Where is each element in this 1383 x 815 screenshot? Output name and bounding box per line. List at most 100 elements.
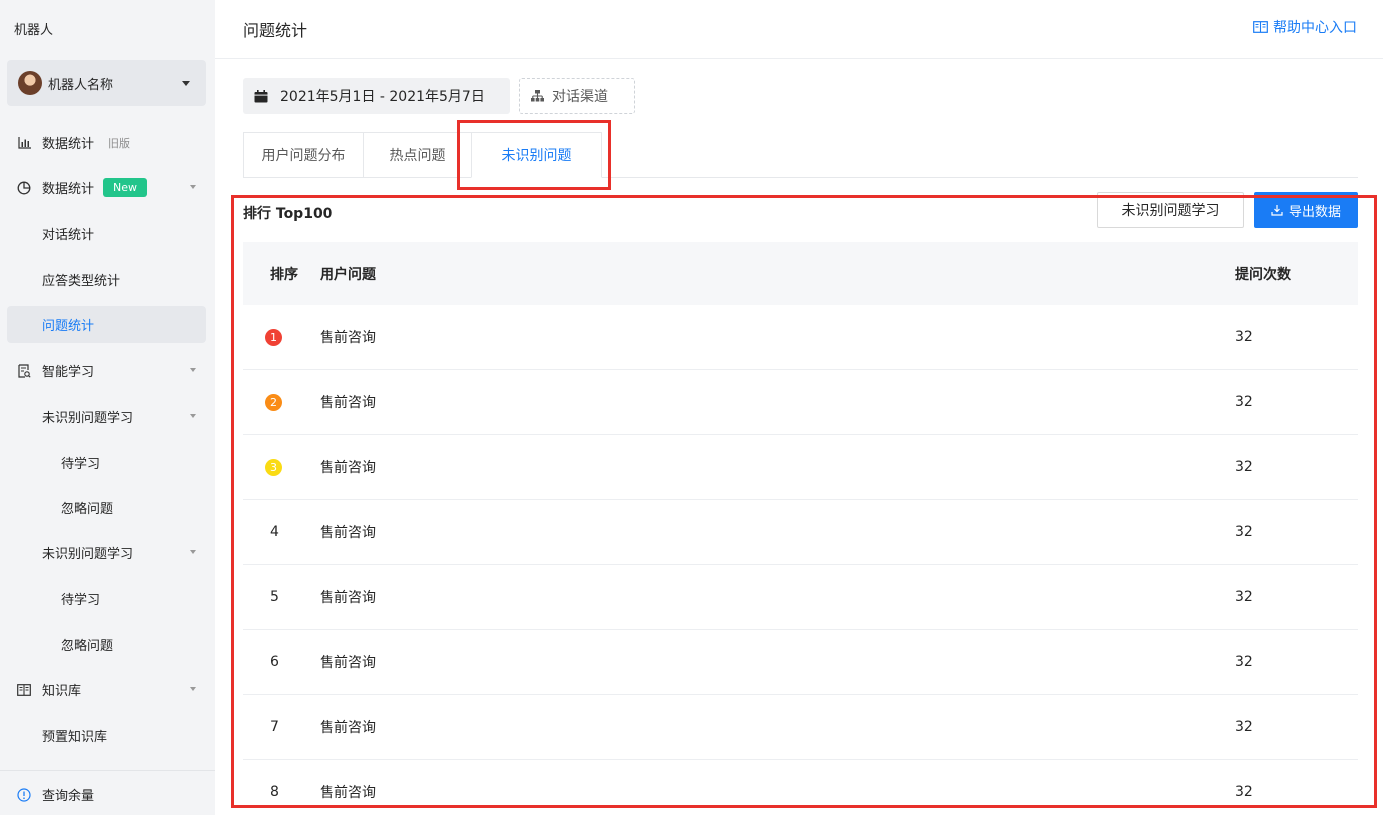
count-cell: 32 [1235,394,1253,410]
sidebar-item-unrecognized-learning[interactable]: 未识别问题学习 [7,398,206,435]
sidebar-title: 机器人 [14,23,54,38]
info-circle-icon [16,787,32,803]
sidebar-item-stats-old[interactable]: 数据统计 旧版 [7,124,206,161]
caret-down-icon [190,185,196,189]
sidebar-item-label: 应答类型统计 [42,274,121,289]
sidebar-item-label: 数据统计 [42,137,95,152]
sidebar-item-label: 待学习 [61,593,101,608]
table-row[interactable]: 4 售前咨询 32 [243,500,1358,565]
caret-down-icon [190,368,196,372]
sidebar-item-ignored-2[interactable]: 忽略问题 [7,626,206,663]
rank-cell: 7 [243,719,320,735]
rank-badge: 1 [265,328,282,346]
caret-down-icon [190,687,196,691]
sidebar-item-stats-new[interactable]: 数据统计 New [7,169,206,206]
sidebar-item-label: 未识别问题学习 [42,547,134,562]
rank-cell: 3 [243,458,320,476]
export-data-button[interactable]: 导出数据 [1254,192,1358,228]
sidebar-item-smart-learning[interactable]: 智能学习 [7,352,206,389]
table-row[interactable]: 5 售前咨询 32 [243,565,1358,630]
count-cell: 32 [1235,719,1253,735]
sidebar-item-preset-kb[interactable]: 预置知识库 [7,717,206,754]
question-cell: 售前咨询 [320,590,376,606]
count-cell: 32 [1235,589,1253,605]
sidebar-item-ignored[interactable]: 忽略问题 [7,489,206,526]
count-cell: 32 [1235,784,1253,800]
question-cell: 售前咨询 [320,460,376,476]
column-header-rank: 排序 [270,266,298,283]
rank-cell: 4 [243,524,320,540]
question-cell: 售前咨询 [320,655,376,671]
table-body: 1 售前咨询 32 2 售前咨询 32 3 售前咨询 32 4 售前咨询 32 5 售前咨询 32 6 售前咨询… [243,305,1358,815]
pie-chart-icon [16,180,32,196]
caret-down-icon [190,414,196,418]
column-header-question: 用户问题 [320,266,376,283]
robot-selector[interactable]: 机器人名称 [7,60,206,106]
tab-unrecognized-questions[interactable]: 未识别问题 [471,132,602,178]
sidebar-item-question-stats[interactable]: 问题统计 [7,306,206,343]
sidebar-item-unrecognized-learning-2[interactable]: 未识别问题学习 [7,534,206,571]
rank-number: 8 [270,784,279,800]
bar-chart-icon [16,135,32,151]
export-data-label: 导出数据 [1288,204,1341,220]
date-range-value: 2021年5月1日 - 2021年5月7日 [280,89,485,105]
table-row[interactable]: 3 售前咨询 32 [243,435,1358,500]
sidebar-item-label: 预置知识库 [42,730,108,745]
download-icon [1271,204,1283,216]
question-cell: 售前咨询 [320,720,376,736]
table-row[interactable]: 8 售前咨询 32 [243,760,1358,815]
sidebar-item-label: 查询余量 [42,789,95,804]
unrecognized-learning-button[interactable]: 未识别问题学习 [1097,192,1244,228]
sidebar-item-label: 待学习 [61,457,101,472]
new-tag: New [103,178,148,197]
count-cell: 32 [1235,524,1253,540]
rank-badge: 2 [265,393,282,411]
channel-filter[interactable]: 对话渠道 [519,78,635,114]
rank-cell: 5 [243,589,320,605]
sidebar-divider [0,770,215,771]
sidebar-item-label: 未识别问题学习 [42,411,134,426]
sidebar-item-answer-type-stats[interactable]: 应答类型统计 [7,261,206,298]
sitemap-icon [531,90,544,102]
sidebar-item-label: 对话统计 [42,228,95,243]
sidebar-item-label: 知识库 [42,684,82,699]
channel-label: 对话渠道 [552,89,608,105]
sidebar-item-to-learn-2[interactable]: 待学习 [7,580,206,617]
question-ranking-table: 排序 用户问题 提问次数 1 售前咨询 32 2 售前咨询 32 3 售前咨询 32 4 售前咨询 3… [243,242,1358,815]
table-row[interactable]: 6 售前咨询 32 [243,630,1358,695]
robot-avatar [18,71,42,95]
help-center-link[interactable]: 帮助中心入口 [1253,17,1357,37]
help-center-label: 帮助中心入口 [1273,20,1357,36]
rank-number: 5 [270,589,279,605]
sidebar-item-dialog-stats[interactable]: 对话统计 [7,215,206,252]
question-cell: 售前咨询 [320,330,376,346]
table-header: 排序 用户问题 提问次数 [243,242,1358,305]
tab-hot-questions[interactable]: 热点问题 [363,132,471,178]
robot-name: 机器人名称 [48,77,114,93]
rank-cell: 1 [243,328,320,346]
sidebar-item-label: 数据统计 [42,182,95,197]
sidebar-item-label: 问题统计 [42,319,95,334]
column-header-count: 提问次数 [1235,266,1291,283]
count-cell: 32 [1235,654,1253,670]
caret-down-icon [182,81,190,86]
sidebar-item-query-balance[interactable]: 查询余量 [7,776,206,813]
old-version-tag: 旧版 [108,136,131,150]
book-icon [16,682,32,698]
table-row[interactable]: 2 售前咨询 32 [243,370,1358,435]
rank-cell: 2 [243,393,320,411]
tab-user-question-distribution[interactable]: 用户问题分布 [243,132,363,178]
sidebar: 机器人 机器人名称 数据统计 旧版 数据统计 New 对话统计 应答类型统计 问… [0,0,215,815]
sidebar-item-label: 智能学习 [42,365,95,380]
sidebar-item-label: 忽略问题 [61,502,114,517]
rank-number: 7 [270,719,279,735]
sidebar-item-knowledge-base[interactable]: 知识库 [7,671,206,708]
question-cell: 售前咨询 [320,395,376,411]
table-row[interactable]: 7 售前咨询 32 [243,695,1358,760]
date-range-picker[interactable]: 2021年5月1日 - 2021年5月7日 [243,78,510,114]
calendar-icon [254,89,268,103]
sidebar-item-to-learn[interactable]: 待学习 [7,444,206,481]
page-title: 问题统计 [243,21,308,40]
rank-cell: 6 [243,654,320,670]
table-row[interactable]: 1 售前咨询 32 [243,305,1358,370]
